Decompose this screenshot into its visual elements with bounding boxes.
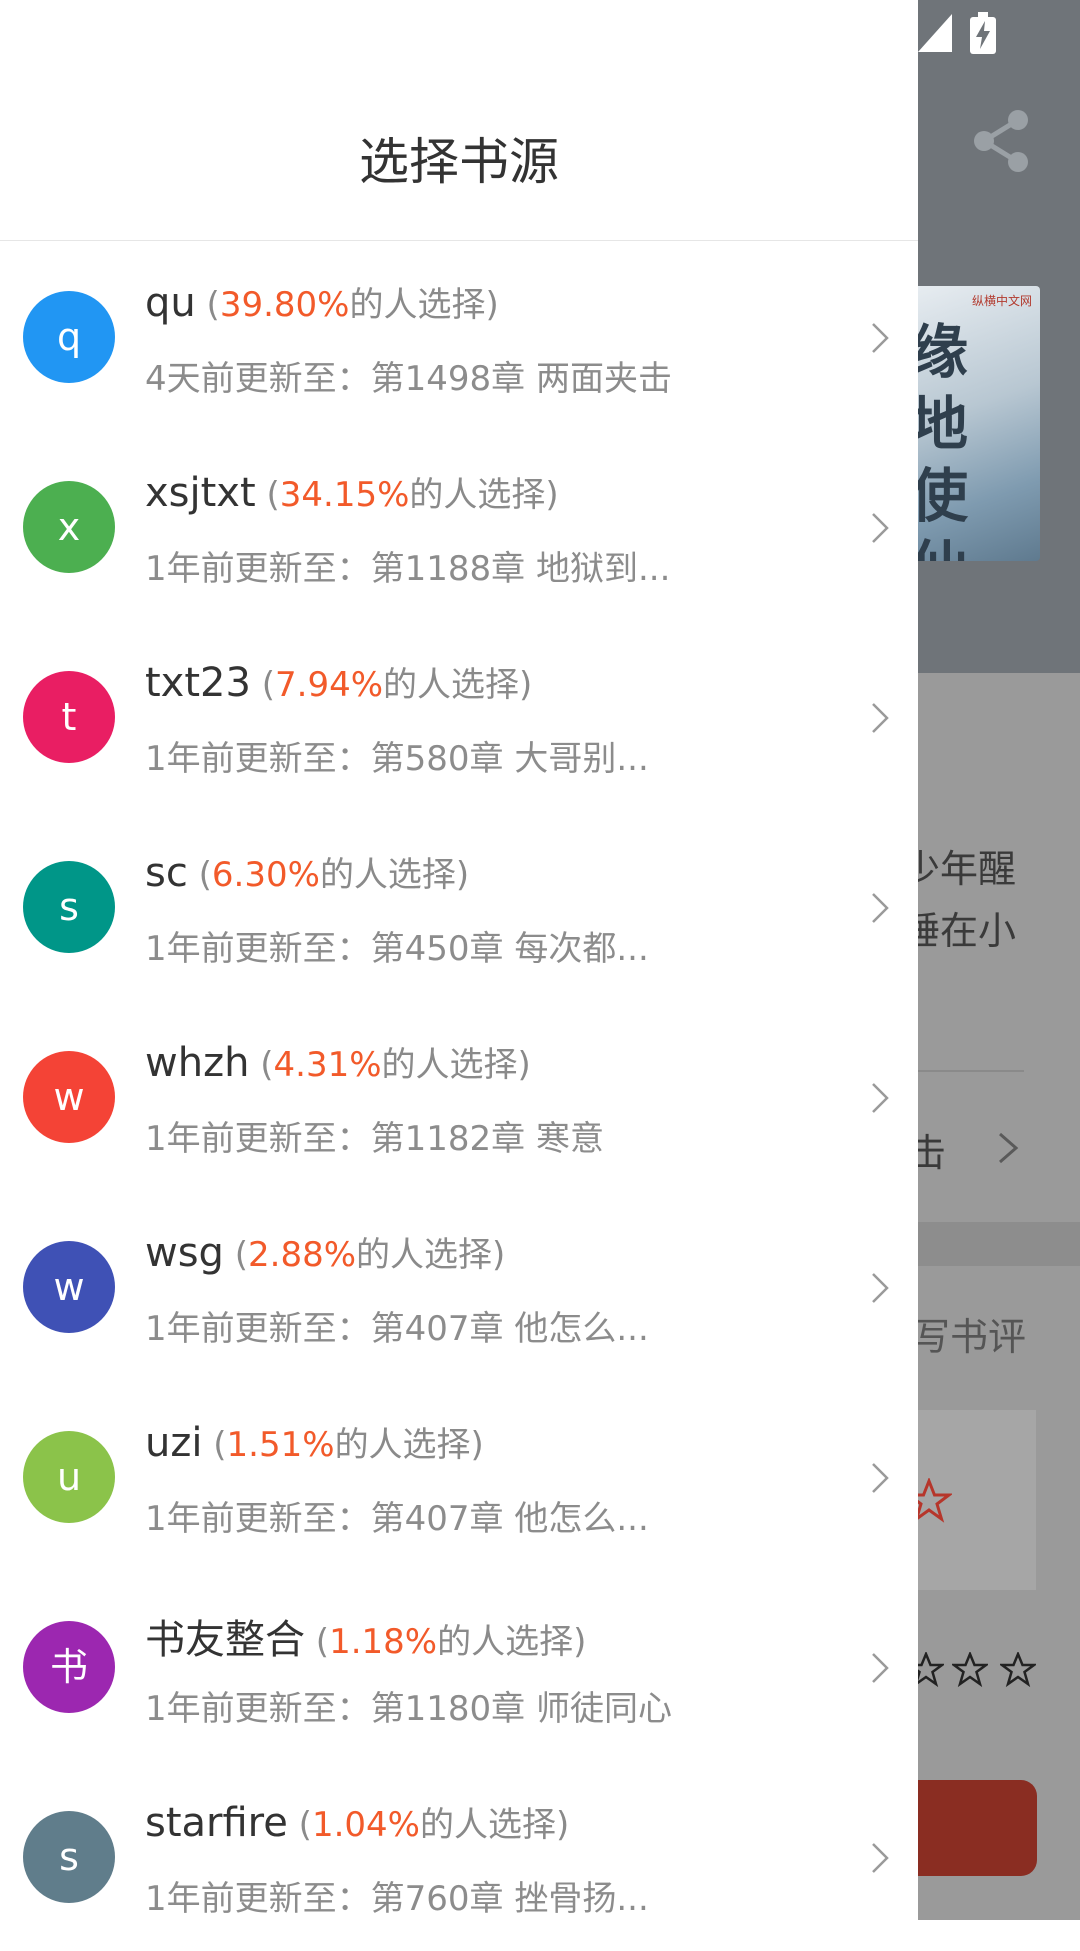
source-percentage-suffix: 的人选择) [409, 475, 559, 515]
source-avatar: x [23, 481, 115, 573]
start-reading-button[interactable] [900, 1780, 1037, 1876]
source-latest-update: 1年前更新至：第1188章 地狱到... [145, 549, 671, 589]
source-latest-update: 1年前更新至：第580章 大哥别... [145, 739, 649, 779]
open-paren: ( [287, 1805, 312, 1845]
source-percentage-suffix: 的人选择) [356, 1235, 506, 1275]
source-latest-update: 4天前更新至：第1498章 两面夹击 [145, 359, 672, 399]
source-name: starfire [145, 1800, 288, 1846]
source-list: q qu (39.80%的人选择) 4天前更新至：第1498章 两面夹击 x xsjtx… [0, 241, 918, 1951]
source-title: sc (6.30%的人选择) [145, 847, 469, 896]
open-paren: ( [195, 285, 220, 325]
source-title: 书友整合 (1.18%的人选择) [145, 1607, 586, 1665]
chevron-right-icon [872, 1273, 889, 1303]
chevron-right-icon [999, 1132, 1019, 1164]
source-latest-update: 1年前更新至：第1180章 师徒同心 [145, 1689, 672, 1729]
cell-signal-icon [918, 14, 952, 52]
open-paren: ( [187, 855, 212, 895]
source-percentage-suffix: 的人选择) [319, 855, 470, 895]
source-avatar: q [23, 291, 115, 383]
source-list-item[interactable]: s sc (6.30%的人选择) 1年前更新至：第450章 每次都... [0, 811, 918, 1001]
source-name: whzh [145, 1040, 250, 1086]
source-avatar: w [23, 1051, 115, 1143]
book-intro-line: 少年醒 [902, 847, 1017, 891]
source-percentage: 1.18% [329, 1622, 438, 1662]
chevron-right-icon [872, 513, 889, 543]
source-percentage: 39.80% [219, 285, 350, 325]
source-list-item[interactable]: 书书友整合 (1.18%的人选择) 1年前更新至：第1180章 师徒同心 [0, 1571, 918, 1761]
source-latest-update: 1年前更新至：第760章 挫骨扬... [145, 1879, 649, 1919]
source-percentage: 4.31% [273, 1045, 382, 1085]
open-paren: ( [255, 475, 280, 515]
source-list-item[interactable]: x xsjtxt (34.15%的人选择) 1年前更新至：第1188章 地狱到... [0, 431, 918, 621]
chevron-right-icon [872, 323, 889, 353]
open-paren: ( [202, 1425, 227, 1465]
source-percentage-suffix: 的人选择) [419, 1805, 570, 1845]
source-percentage-suffix: 的人选择) [383, 665, 533, 705]
chevron-right-icon [872, 893, 889, 923]
source-percentage-suffix: 的人选择) [349, 285, 499, 325]
source-avatar: s [23, 861, 115, 953]
source-picker-drawer: 选择书源 q qu (39.80%的人选择) 4天前更新至：第1498章 两面夹击 x… [0, 0, 918, 1920]
source-percentage-suffix: 的人选择) [334, 1425, 484, 1465]
source-title: whzh (4.31%的人选择) [145, 1037, 531, 1086]
open-paren: ( [305, 1622, 330, 1662]
source-percentage: 34.15% [279, 475, 410, 515]
source-latest-update: 1年前更新至：第407章 他怎么... [145, 1309, 649, 1349]
share-icon[interactable] [970, 108, 1032, 174]
source-title: xsjtxt (34.15%的人选择) [145, 467, 559, 516]
chevron-right-icon [872, 1653, 889, 1683]
drawer-title: 选择书源 [359, 133, 559, 191]
source-latest-update: 1年前更新至：第407章 他怎么... [145, 1499, 649, 1539]
source-percentage: 1.51% [226, 1425, 335, 1465]
source-avatar: t [23, 671, 115, 763]
source-list-item[interactable]: u uzi (1.51%的人选择) 1年前更新至：第407章 他怎么... [0, 1381, 918, 1571]
source-title: txt23 (7.94%的人选择) [145, 657, 532, 706]
source-list-item[interactable]: w whzh (4.31%的人选择) 1年前更新至：第1182章 寒意 [0, 1001, 918, 1191]
book-intro-line: 睡在小 [902, 909, 1017, 953]
source-percentage-suffix: 的人选择) [437, 1622, 587, 1662]
source-name: xsjtxt [145, 470, 256, 516]
cover-title-art: 缘地使仙 [910, 318, 969, 561]
source-latest-update: 1年前更新至：第1182章 寒意 [145, 1119, 604, 1159]
open-paren: ( [250, 665, 276, 705]
source-list-item[interactable]: q qu (39.80%的人选择) 4天前更新至：第1498章 两面夹击 [0, 241, 918, 431]
source-percentage: 1.04% [311, 1805, 420, 1845]
source-name: wsg [145, 1230, 224, 1276]
source-name: txt23 [145, 660, 251, 706]
source-list-item[interactable]: s starfire (1.04%的人选择) 1年前更新至：第760章 挫骨扬... [0, 1761, 918, 1951]
chevron-right-icon [872, 1083, 889, 1113]
source-percentage: 7.94% [275, 665, 384, 705]
write-review-link[interactable]: 写书评 [912, 1306, 1026, 1361]
chevron-right-icon [872, 1843, 889, 1873]
source-list-item[interactable]: t txt23 (7.94%的人选择) 1年前更新至：第580章 大哥别... [0, 621, 918, 811]
cover-publisher-badge: 纵横中文网 [971, 294, 1032, 308]
source-percentage: 2.88% [248, 1235, 357, 1275]
source-avatar: s [23, 1811, 115, 1903]
source-title: uzi (1.51%的人选择) [145, 1417, 484, 1466]
source-title: wsg (2.88%的人选择) [145, 1227, 505, 1276]
battery-charging-icon [970, 12, 996, 54]
source-percentage: 6.30% [211, 855, 320, 895]
source-avatar: 书 [23, 1621, 115, 1713]
source-name: uzi [145, 1420, 203, 1466]
open-paren: ( [223, 1235, 249, 1275]
source-percentage-suffix: 的人选择) [381, 1045, 531, 1085]
open-paren: ( [249, 1045, 274, 1085]
chevron-right-icon [872, 703, 889, 733]
source-avatar: u [23, 1431, 115, 1523]
star-outline-icon[interactable] [952, 1652, 988, 1688]
chevron-right-icon [872, 1463, 889, 1493]
source-title: qu (39.80%的人选择) [145, 277, 499, 326]
source-title: starfire (1.04%的人选择) [145, 1797, 569, 1846]
source-name: 书友整合 [145, 1617, 305, 1663]
source-name: sc [145, 850, 188, 896]
divider [900, 1070, 1024, 1072]
source-list-item[interactable]: w wsg (2.88%的人选择) 1年前更新至：第407章 他怎么... [0, 1191, 918, 1381]
star-outline-icon[interactable] [1000, 1652, 1036, 1688]
source-avatar: w [23, 1241, 115, 1333]
source-latest-update: 1年前更新至：第450章 每次都... [145, 929, 649, 969]
source-name: qu [145, 280, 196, 326]
book-cover-image[interactable]: 纵横中文网 缘地使仙 [900, 286, 1040, 561]
